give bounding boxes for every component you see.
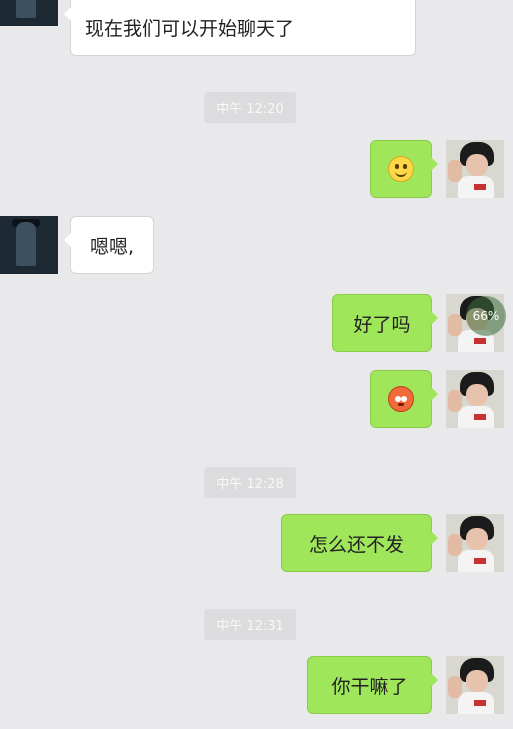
smile-emoji-icon: [388, 156, 414, 182]
message-text: 现在我们可以开始聊天了: [85, 18, 295, 40]
message-bubble-outgoing[interactable]: [370, 370, 438, 428]
timestamp: 中午 12:28: [204, 467, 296, 498]
upload-progress-indicator: 66%: [466, 296, 506, 336]
my-avatar[interactable]: [446, 656, 504, 714]
message-bubble-incoming[interactable]: 嗯嗯,: [64, 216, 154, 274]
avatar-figure: [16, 0, 36, 18]
message-text: 好了吗: [353, 313, 411, 336]
message-text: 怎么还不发: [308, 533, 404, 556]
upload-progress-text: 66%: [472, 309, 500, 323]
contact-avatar[interactable]: [0, 216, 58, 274]
message-bubble-outgoing[interactable]: 怎么还不发: [281, 514, 438, 572]
message-bubble-outgoing[interactable]: [370, 140, 438, 198]
my-avatar[interactable]: [446, 140, 504, 198]
message-bubble-outgoing[interactable]: 你干嘛了: [307, 656, 438, 714]
message-bubble-incoming[interactable]: 现在我们可以开始聊天了: [64, 0, 416, 56]
contact-avatar[interactable]: [0, 0, 58, 26]
timestamp: 中午 12:20: [204, 92, 296, 123]
timestamp: 中午 12:31: [204, 609, 296, 640]
message-bubble-outgoing[interactable]: 好了吗: [332, 294, 438, 352]
avatar-figure: [16, 222, 36, 266]
my-avatar[interactable]: [446, 514, 504, 572]
angry-emoji-icon: [388, 386, 414, 412]
my-avatar[interactable]: [446, 370, 504, 428]
message-text: 嗯嗯,: [89, 235, 135, 258]
message-text: 你干嘛了: [331, 675, 408, 698]
